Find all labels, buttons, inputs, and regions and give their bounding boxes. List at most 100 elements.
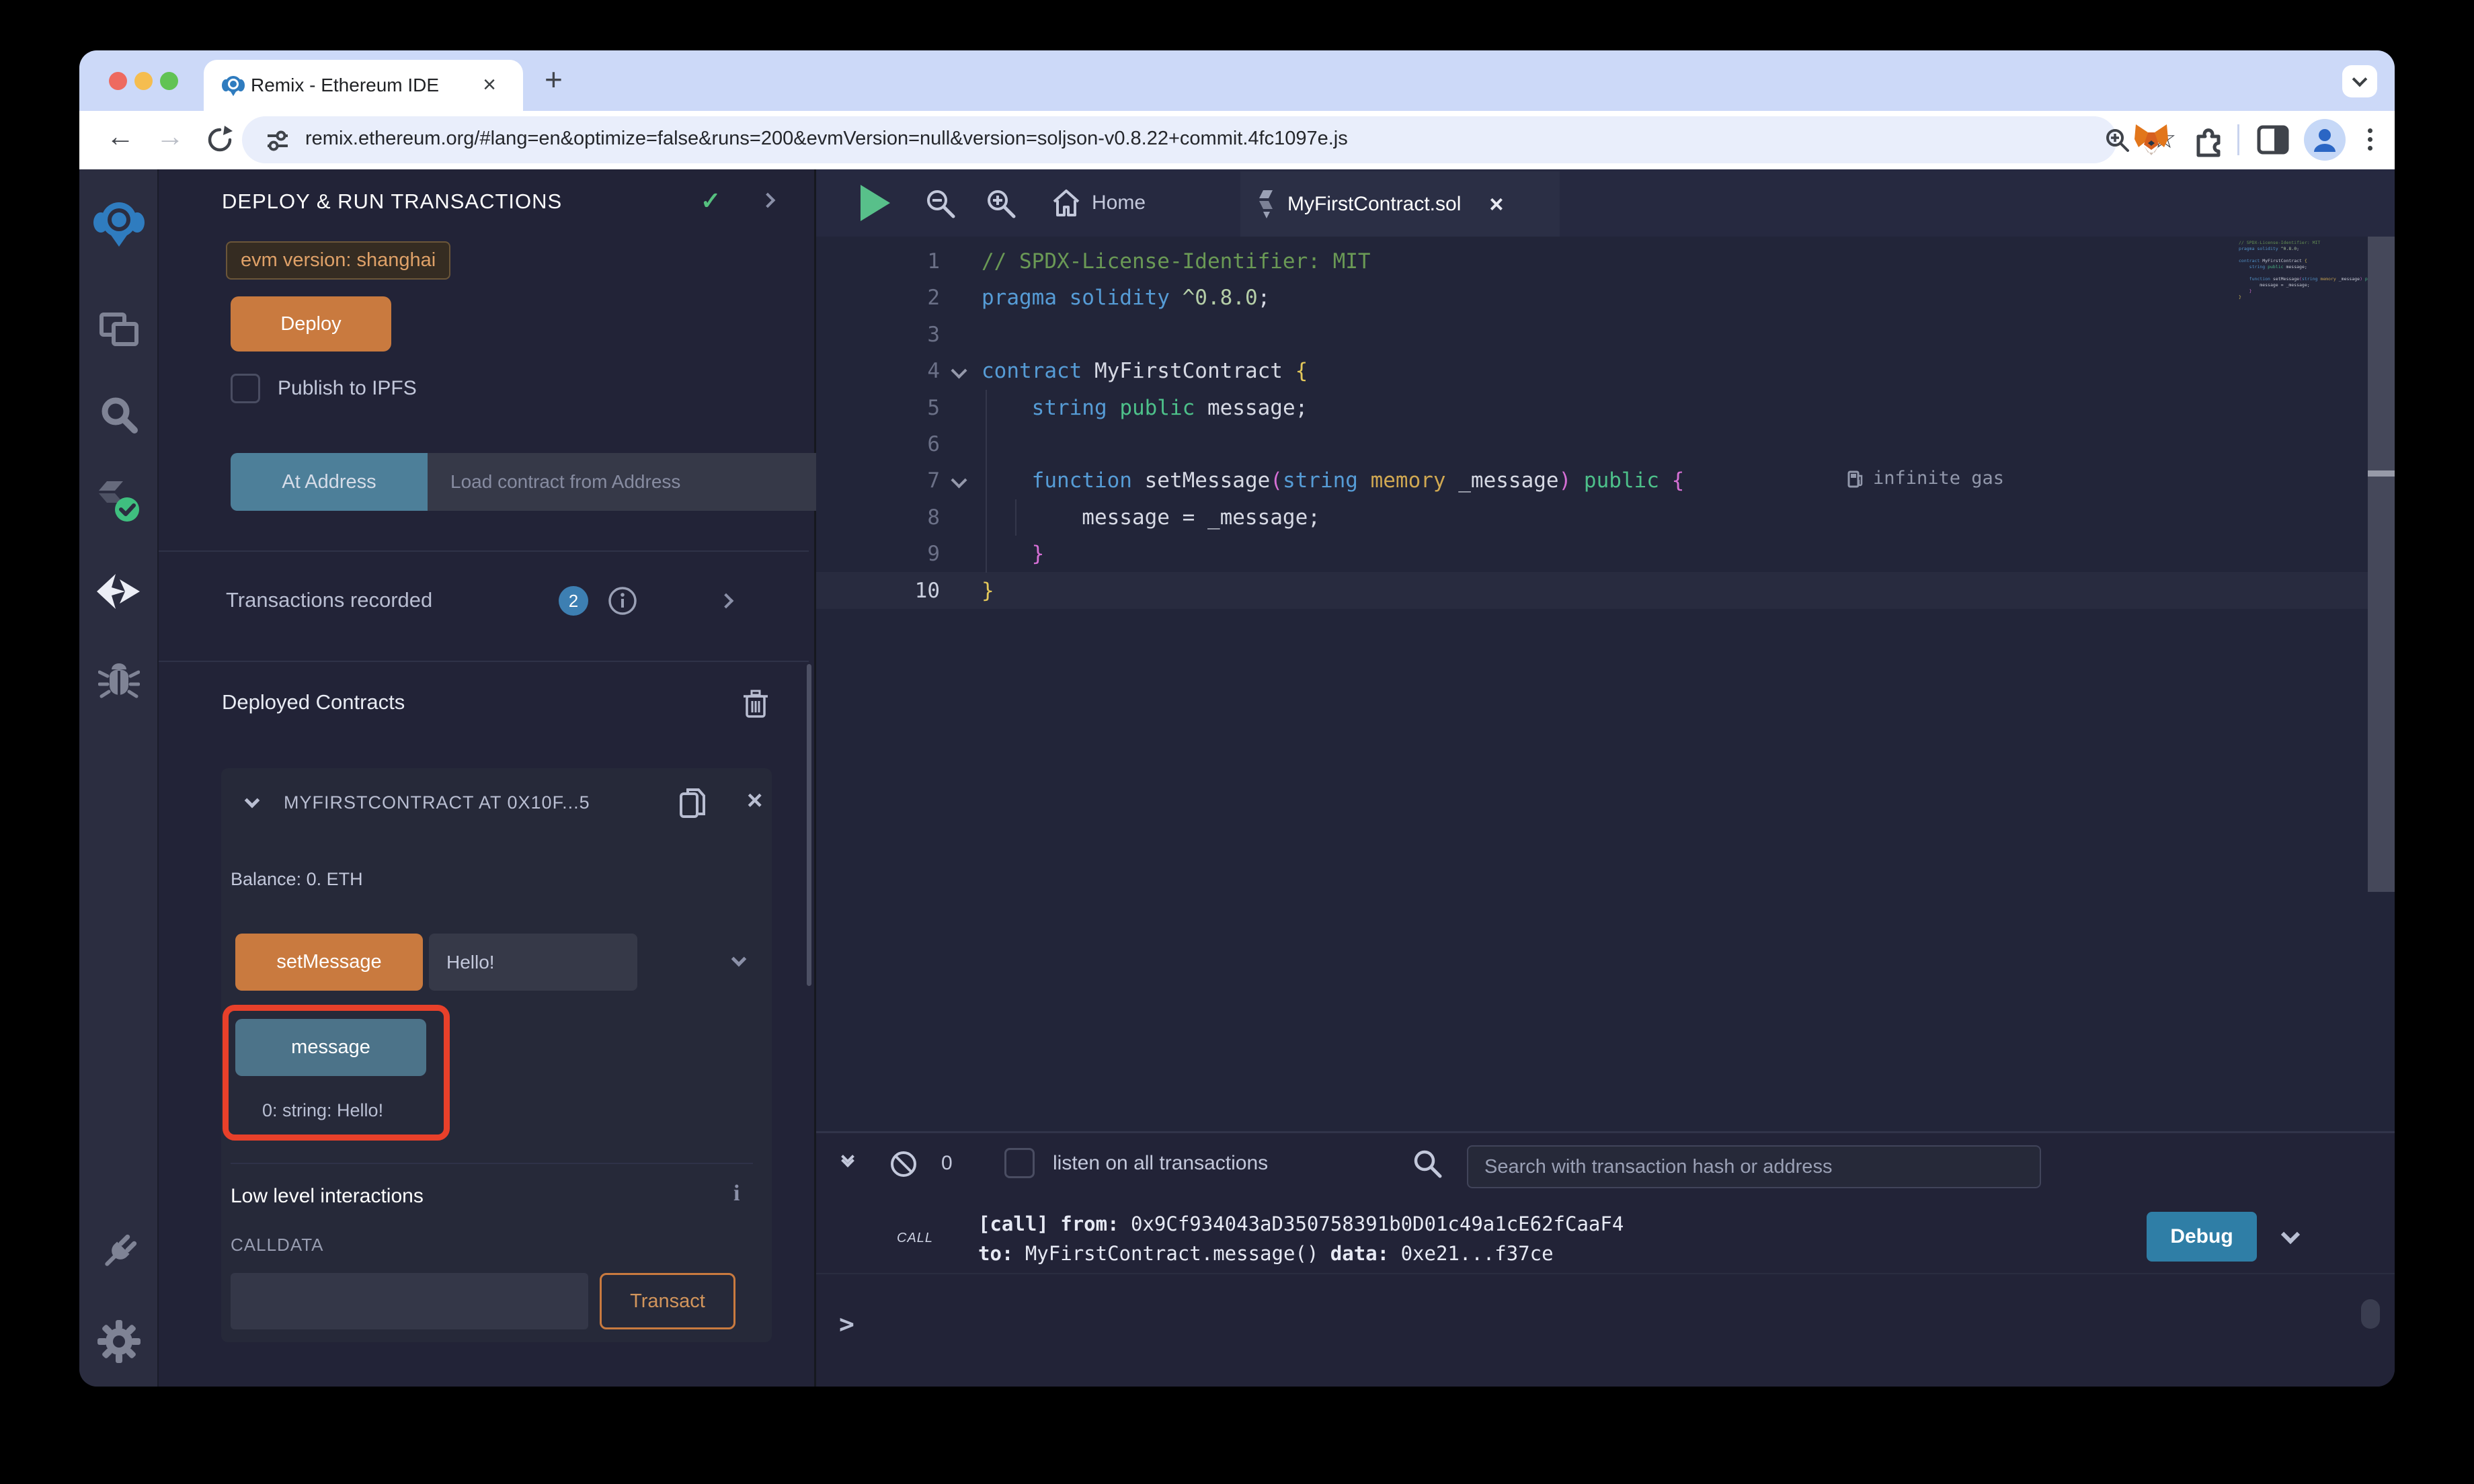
- deploy-button[interactable]: Deploy: [231, 296, 391, 352]
- code-line[interactable]: contract MyFirstContract {: [982, 353, 1684, 389]
- toolbar-divider: [2237, 124, 2239, 155]
- editor-scrollbar-thumb[interactable]: [2368, 470, 2395, 477]
- deployed-contracts-title: Deployed Contracts: [222, 690, 405, 714]
- message-getter-button[interactable]: message: [235, 1019, 426, 1076]
- listen-transactions-label: listen on all transactions: [1053, 1152, 1268, 1175]
- reload-button[interactable]: [204, 124, 235, 155]
- run-script-play-icon[interactable]: [861, 185, 890, 221]
- terminal-toolbar: 0 listen on all transactions: [816, 1133, 2395, 1200]
- code-line[interactable]: [982, 317, 1684, 353]
- home-tab[interactable]: Home: [1051, 169, 1146, 237]
- zoom-in-icon[interactable]: [984, 187, 1018, 220]
- site-settings-icon[interactable]: [265, 128, 290, 153]
- instance-collapse-chevron-icon[interactable]: [245, 793, 260, 809]
- side-panel-icon[interactable]: [2256, 123, 2290, 157]
- at-address-button[interactable]: At Address: [231, 453, 428, 511]
- terminal-panel: 0 listen on all transactions CALL [call]…: [816, 1131, 2395, 1387]
- code-line[interactable]: [982, 426, 1684, 462]
- trash-icon[interactable]: [742, 688, 769, 719]
- line-number: 10: [816, 573, 940, 609]
- url-text[interactable]: remix.ethereum.org/#lang=en&optimize=fal…: [305, 128, 1348, 150]
- new-tab-button[interactable]: +: [545, 61, 563, 97]
- line-number: 3: [816, 317, 940, 353]
- terminal-log-lines: [call] from: 0x9Cf934043aD350758391b0D01…: [978, 1209, 1624, 1268]
- file-explorer-icon[interactable]: [79, 312, 159, 347]
- evm-version-badge: evm version: shanghai: [226, 241, 450, 280]
- zoom-out-icon[interactable]: [924, 187, 957, 220]
- code-line[interactable]: function setMessage(string memory _messa…: [982, 462, 1684, 499]
- home-tab-label: Home: [1092, 192, 1146, 214]
- low-level-title: Low level interactions: [231, 1185, 424, 1208]
- settings-gear-icon[interactable]: [79, 1320, 159, 1363]
- calldata-input[interactable]: [231, 1273, 588, 1329]
- debug-button[interactable]: Debug: [2147, 1212, 2257, 1262]
- panel-expand-chevron-icon[interactable]: [760, 193, 776, 208]
- minimap[interactable]: // SPDX-License-Identifier: MITpragma so…: [2239, 240, 2370, 300]
- set-message-input[interactable]: [429, 934, 637, 991]
- remix-logo-icon[interactable]: [79, 200, 159, 248]
- transactions-expand-chevron-icon[interactable]: [719, 593, 734, 609]
- deploy-and-run-icon[interactable]: [79, 573, 159, 610]
- terminal-log-row[interactable]: CALL [call] from: 0x9Cf934043aD350758391…: [816, 1204, 2395, 1274]
- set-message-button[interactable]: setMessage: [235, 934, 423, 991]
- gutter-numbers: 12345678910: [816, 243, 940, 609]
- line-number: 6: [816, 426, 940, 462]
- solidity-file-icon: [1258, 190, 1275, 218]
- metamask-extension-icon[interactable]: [2132, 120, 2171, 159]
- minimize-window-button[interactable]: [134, 72, 153, 90]
- back-button[interactable]: ←: [106, 120, 134, 153]
- close-window-button[interactable]: [109, 72, 127, 90]
- transact-button[interactable]: Transact: [600, 1273, 735, 1329]
- collapse-terminal-icon[interactable]: [843, 1152, 852, 1165]
- info-icon[interactable]: [608, 586, 637, 616]
- plugin-manager-icon[interactable]: [79, 1231, 159, 1273]
- url-bar[interactable]: remix.ethereum.org/#lang=en&optimize=fal…: [242, 116, 2117, 163]
- code-line[interactable]: }: [982, 573, 1684, 609]
- code-line[interactable]: message = _message;: [982, 499, 1684, 536]
- publish-ipfs-checkbox[interactable]: [231, 374, 260, 403]
- tab-search-button[interactable]: [2342, 65, 2377, 97]
- log-line: to: MyFirstContract.message() data: 0xe2…: [978, 1239, 1624, 1268]
- person-icon: [2310, 125, 2340, 155]
- zoom-page-icon[interactable]: [2104, 127, 2131, 154]
- code-lines[interactable]: // SPDX-License-Identifier: MITpragma so…: [982, 243, 1684, 609]
- code-line[interactable]: pragma solidity ^0.8.0;: [982, 280, 1684, 316]
- code-line[interactable]: string public message;: [982, 390, 1684, 426]
- listen-transactions-checkbox[interactable]: [1004, 1148, 1035, 1178]
- panel-scrollbar[interactable]: [807, 664, 811, 986]
- code-line[interactable]: }: [982, 536, 1684, 572]
- forward-button[interactable]: →: [156, 120, 184, 153]
- remove-instance-icon[interactable]: ×: [747, 786, 762, 816]
- extensions-puzzle-icon[interactable]: [2190, 122, 2227, 158]
- instance-title[interactable]: MYFIRSTCONTRACT AT 0X10F...5: [284, 792, 590, 813]
- solidity-compiler-icon[interactable]: [79, 480, 159, 524]
- code-line[interactable]: // SPDX-License-Identifier: MIT: [982, 243, 1684, 280]
- gas-pump-icon: [1847, 469, 1865, 488]
- low-level-info-icon[interactable]: i: [733, 1181, 740, 1206]
- search-icon[interactable]: [79, 395, 159, 434]
- debugger-bug-icon[interactable]: [79, 661, 159, 700]
- log-line: [call] from: 0x9Cf934043aD350758391b0D01…: [978, 1209, 1624, 1239]
- fold-chevron-icon[interactable]: [951, 363, 967, 379]
- maximize-window-button[interactable]: [160, 72, 178, 90]
- editor-scrollbar[interactable]: [2368, 237, 2395, 892]
- line-number: 7: [816, 462, 940, 499]
- copy-address-icon[interactable]: [678, 786, 708, 821]
- fold-chevron-icon[interactable]: [951, 472, 967, 489]
- message-output: 0: string: Hello!: [262, 1100, 383, 1121]
- browser-menu-icon[interactable]: [2368, 124, 2372, 155]
- browser-tab[interactable]: Remix - Ethereum IDE ×: [204, 60, 523, 111]
- terminal-search-input[interactable]: [1467, 1145, 2041, 1188]
- terminal-prompt[interactable]: >: [839, 1309, 854, 1339]
- set-message-expand-chevron-icon[interactable]: [731, 952, 747, 967]
- tab-close-icon[interactable]: ×: [483, 72, 496, 98]
- file-tab[interactable]: MyFirstContract.sol ×: [1240, 171, 1560, 237]
- profile-avatar[interactable]: [2304, 119, 2346, 161]
- clear-console-icon[interactable]: [887, 1148, 920, 1180]
- log-expand-chevron-icon[interactable]: [2281, 1225, 2300, 1244]
- file-tab-close-icon[interactable]: ×: [1489, 190, 1503, 218]
- code-editor[interactable]: 12345678910 // SPDX-License-Identifier: …: [816, 237, 2395, 1131]
- line-number: 5: [816, 390, 940, 426]
- line-number: 4: [816, 353, 940, 389]
- terminal-scrollbar-thumb[interactable]: [2361, 1299, 2380, 1329]
